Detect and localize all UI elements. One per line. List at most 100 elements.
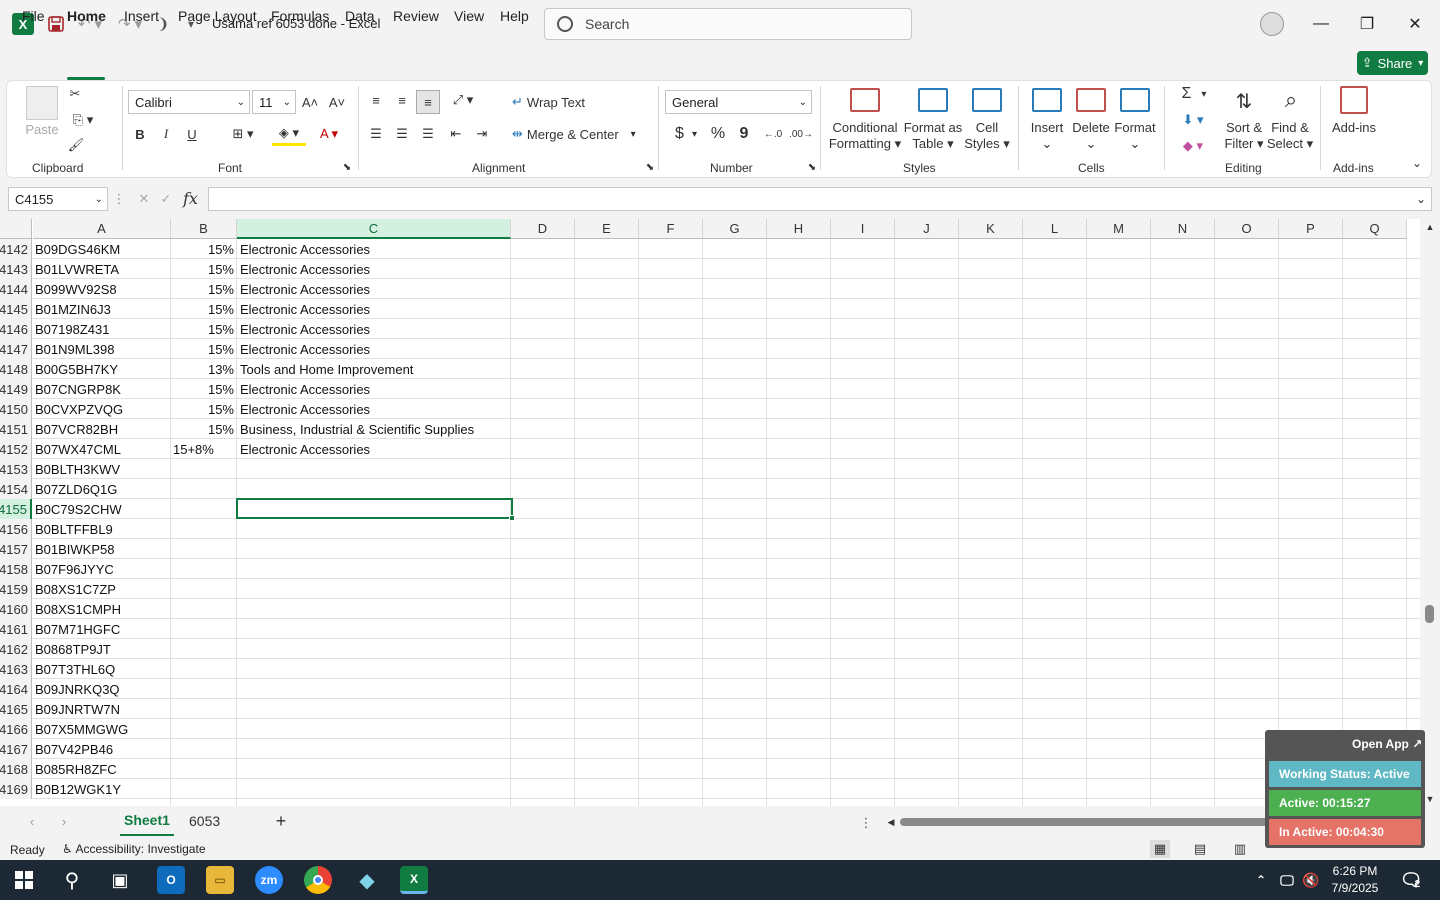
percent-button[interactable]: % — [708, 122, 728, 146]
row-header[interactable]: 4150 — [0, 399, 32, 419]
expand-formula-bar-icon[interactable]: ⌄ — [1412, 190, 1430, 208]
sheet-tab-sheet1[interactable]: Sheet1 — [120, 806, 174, 836]
vertical-scroll-thumb[interactable] — [1425, 605, 1434, 623]
enter-formula-icon[interactable]: ✓ — [158, 190, 174, 208]
task-view-icon[interactable]: ▣ — [106, 866, 134, 894]
tab-view[interactable]: View — [454, 8, 484, 24]
cell-a[interactable]: B01N9ML398 — [35, 339, 115, 359]
accessibility-status[interactable]: ♿︎ Accessibility: Investigate — [62, 842, 206, 856]
column-header-h[interactable]: H — [767, 219, 831, 239]
cell-b[interactable]: 15% — [171, 419, 234, 439]
add-sheet-icon[interactable]: + — [272, 811, 290, 831]
conditional-formatting-button[interactable]: Conditional Formatting ▾ — [826, 120, 904, 152]
system-clock[interactable]: 6:26 PM 7/9/2025 — [1320, 863, 1390, 897]
row-header[interactable]: 4153 — [0, 459, 32, 479]
row-header[interactable]: 4145 — [0, 299, 32, 319]
cell-a[interactable]: B07WX47CML — [35, 439, 121, 459]
account-avatar[interactable] — [1260, 12, 1284, 36]
row-header[interactable]: 4143 — [0, 259, 32, 279]
cell-b[interactable]: 15% — [171, 299, 234, 319]
row-header[interactable]: 4161 — [0, 619, 32, 639]
cell-b[interactable]: 15% — [171, 319, 234, 339]
collapse-ribbon-icon[interactable]: ⌄ — [1408, 154, 1426, 172]
italic-button[interactable]: I — [158, 122, 174, 146]
row-header[interactable]: 4164 — [0, 679, 32, 699]
merge-center-button[interactable]: ⇹ Merge & Center ▾ — [512, 122, 644, 146]
volume-muted-icon[interactable]: 🔇 — [1300, 866, 1322, 894]
orientation-icon[interactable]: ⤢ ▾ — [448, 88, 478, 112]
alignment-dialog-launcher-icon[interactable]: ⬊ — [643, 160, 657, 174]
increase-decimal-icon[interactable]: ←.0 — [762, 122, 784, 146]
outlook-icon[interactable]: O — [157, 866, 185, 894]
tray-chevron-icon[interactable]: ⌃ — [1250, 866, 1272, 894]
cell-a[interactable]: B07X5MMGWG — [35, 719, 128, 739]
row-header[interactable]: 4163 — [0, 659, 32, 679]
cell-a[interactable]: B08XS1C7ZP — [35, 579, 116, 599]
cell-a[interactable]: B0BLTH3KWV — [35, 459, 120, 479]
number-dialog-launcher-icon[interactable]: ⬊ — [805, 160, 819, 174]
comma-button[interactable]: 9 — [736, 122, 752, 146]
tab-split-handle-icon[interactable]: ⋮ — [860, 814, 873, 832]
tab-formulas[interactable]: Formulas — [271, 8, 329, 24]
row-header[interactable]: 4162 — [0, 639, 32, 659]
tab-home[interactable]: Home — [67, 8, 106, 24]
row-header[interactable]: 4155 — [0, 499, 32, 519]
windows-start-icon[interactable] — [10, 866, 38, 894]
cell-a[interactable]: B07M71HGFC — [35, 619, 120, 639]
column-header-m[interactable]: M — [1087, 219, 1151, 239]
bold-button[interactable]: B — [132, 122, 148, 146]
cell-a[interactable]: B07F96JYYC — [35, 559, 114, 579]
font-name-select[interactable]: Calibri ⌄ — [128, 90, 250, 114]
tab-page-layout[interactable]: Page Layout — [178, 8, 257, 24]
cell-b[interactable]: 15% — [171, 399, 234, 419]
cell-a[interactable]: B0C79S2CHW — [35, 499, 122, 519]
cell-b[interactable]: 15% — [171, 239, 234, 259]
cell-a[interactable]: B09JNRTW7N — [35, 699, 120, 719]
cell-c[interactable]: Electronic Accessories — [240, 339, 370, 359]
format-as-table-button[interactable]: Format as Table ▾ — [900, 120, 966, 152]
cell-a[interactable]: B0B12WGK1Y — [35, 779, 121, 799]
select-all-corner[interactable] — [0, 219, 32, 239]
cell-a[interactable]: B07198Z431 — [35, 319, 109, 339]
row-header[interactable]: 4169 — [0, 779, 32, 799]
taskbar-search-icon[interactable]: ⚲ — [58, 866, 86, 894]
cut-icon[interactable]: ✂ — [66, 84, 84, 104]
scroll-up-icon[interactable]: ▲ — [1424, 220, 1436, 234]
cell-a[interactable]: B01MZIN6J3 — [35, 299, 111, 319]
normal-view-icon[interactable]: ▦ — [1150, 840, 1170, 858]
app-diamond-icon[interactable]: ◆ — [353, 866, 381, 894]
underline-button[interactable]: U — [184, 122, 200, 146]
cell-a[interactable]: B00G5BH7KY — [35, 359, 118, 379]
cell-b[interactable]: 13% — [171, 359, 234, 379]
fill-color-icon[interactable]: ◈ ▾ — [272, 122, 306, 146]
row-header[interactable]: 4144 — [0, 279, 32, 299]
name-box[interactable]: C4155 ⌄ — [8, 187, 108, 211]
row-header[interactable]: 4152 — [0, 439, 32, 459]
cancel-formula-icon[interactable]: ✕ — [136, 190, 152, 208]
cell-c[interactable]: Electronic Accessories — [240, 379, 370, 399]
align-center-icon[interactable]: ☰ — [392, 122, 412, 146]
notifications-icon[interactable]: 🗨 2 — [1396, 866, 1424, 894]
currency-button[interactable]: $ ▾ — [670, 122, 702, 146]
row-header[interactable]: 4159 — [0, 579, 32, 599]
row-header[interactable]: 4146 — [0, 319, 32, 339]
file-explorer-icon[interactable]: ▭ — [206, 866, 234, 894]
cell-a[interactable]: B0BLTFFBL9 — [35, 519, 113, 539]
cell-c[interactable]: Business, Industrial & Scientific Suppli… — [240, 419, 474, 439]
cell-b[interactable]: 15% — [171, 279, 234, 299]
cell-a[interactable]: B07V42PB46 — [35, 739, 113, 759]
cell-c[interactable]: Tools and Home Improvement — [240, 359, 413, 379]
delete-cells-button[interactable]: Delete ⌄ — [1070, 120, 1112, 152]
column-header-i[interactable]: I — [831, 219, 895, 239]
row-header[interactable]: 4142 — [0, 239, 32, 259]
row-header[interactable]: 4151 — [0, 419, 32, 439]
page-layout-view-icon[interactable]: ▤ — [1190, 840, 1210, 858]
formula-input[interactable] — [208, 187, 1432, 211]
column-header-n[interactable]: N — [1151, 219, 1215, 239]
scroll-down-icon[interactable]: ▼ — [1424, 792, 1436, 806]
row-header[interactable]: 4165 — [0, 699, 32, 719]
cell-c[interactable]: Electronic Accessories — [240, 399, 370, 419]
cell-styles-button[interactable]: Cell Styles ▾ — [962, 120, 1012, 152]
cell-b[interactable]: 15+8% — [173, 439, 214, 459]
chrome-icon[interactable] — [304, 866, 332, 894]
